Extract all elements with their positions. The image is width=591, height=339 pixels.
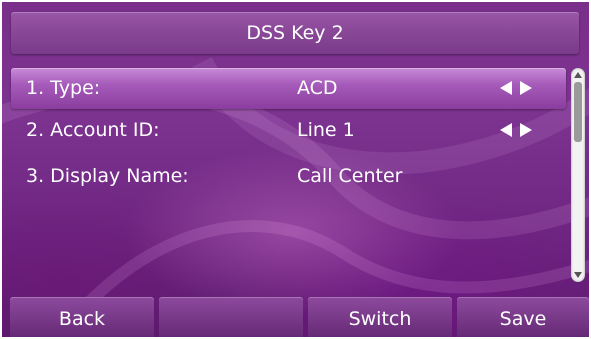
menu-item-label: 2. Account ID: (26, 119, 160, 141)
menu-item-value: Line 1 (297, 119, 355, 141)
switch-button[interactable]: Switch (308, 297, 452, 337)
scrollbar-thumb[interactable] (574, 82, 582, 142)
arrow-right-icon[interactable] (520, 81, 532, 95)
arrow-left-icon[interactable] (500, 123, 512, 137)
scroll-up-arrow-icon[interactable] (574, 72, 582, 78)
menu-item-value: Call Center (297, 165, 403, 187)
page-title: DSS Key 2 (11, 12, 579, 54)
save-button[interactable]: Save (457, 297, 589, 337)
phone-screen: DSS Key 2 1. Type: ACD 2. Account ID: Li… (2, 2, 589, 337)
menu-item-type[interactable]: 1. Type: ACD (11, 68, 566, 109)
back-button[interactable]: Back (10, 297, 154, 337)
menu-item-account-id[interactable]: 2. Account ID: Line 1 (11, 110, 566, 151)
menu-item-label: 3. Display Name: (26, 165, 189, 187)
arrow-right-icon[interactable] (520, 123, 532, 137)
scrollbar[interactable] (571, 68, 585, 282)
scroll-down-arrow-icon[interactable] (574, 272, 582, 278)
arrow-left-icon[interactable] (500, 81, 512, 95)
softkey-2-button[interactable] (159, 297, 303, 337)
softkey-bar: Back Switch Save (2, 297, 589, 337)
menu-item-label: 1. Type: (26, 77, 101, 99)
value-switch-arrows[interactable] (496, 123, 542, 138)
menu-item-display-name[interactable]: 3. Display Name: Call Center (11, 156, 566, 197)
value-switch-arrows[interactable] (496, 81, 542, 96)
menu-item-value: ACD (297, 77, 338, 99)
